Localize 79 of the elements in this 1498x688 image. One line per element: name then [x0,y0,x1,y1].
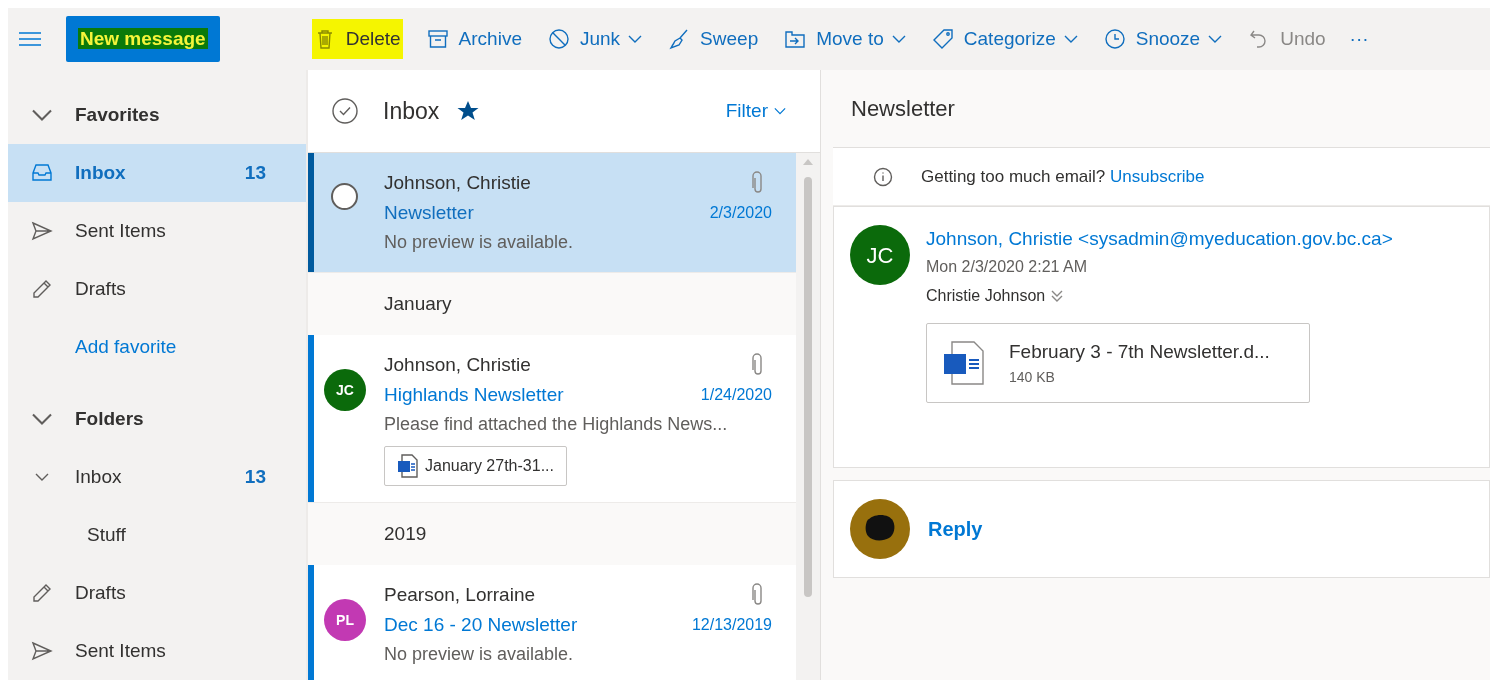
sender-name: Pearson, Lorraine [384,582,536,607]
date: 12/13/2019 [691,615,772,635]
user-avatar-icon [850,499,910,559]
prohibited-icon [547,28,570,50]
chevron-down-icon [1063,35,1078,43]
subject: Newsletter [384,200,474,225]
paper-plane-icon [30,220,53,242]
group-header: 2019 [384,521,427,546]
folder-item[interactable]: Stuff [8,506,306,564]
chevron-down-icon [1208,35,1223,43]
info-icon [873,166,893,187]
file-name: February 3 - 7th Newsletter.d... [1009,340,1270,365]
subject: Dec 16 - 20 Newsletter [384,612,578,637]
scroll-up-arrow-icon [803,159,813,165]
folder-item[interactable]: Drafts [8,260,306,318]
folder-item[interactable]: Inbox 13 [8,144,306,202]
chevron-down-icon [31,109,52,121]
menu-icon [18,31,42,47]
inbox-tray-icon [30,162,53,184]
avatar: PL [324,599,366,641]
folder-title: Inbox [383,96,440,126]
toolbar-button[interactable]: Sweep [666,19,761,59]
double-chevron-icon [1051,290,1064,302]
subject-heading: Newsletter [851,95,955,123]
unsubscribe-notice: Getting too much email? Unsubscribe [921,165,1205,188]
toolbar-button[interactable]: Archive [424,19,524,59]
folder-item[interactable]: Inbox 13 [8,448,306,506]
group-header: January [384,291,452,316]
pencil-icon [30,582,53,604]
toolbar-button[interactable]: Categorize [929,19,1080,59]
folder-item[interactable]: Sent Items [8,202,306,260]
paper-plane-icon [30,640,53,662]
filter-button[interactable]: Filter [725,96,786,126]
preview-text: No preview is available. [384,643,575,666]
toolbar-button[interactable]: Snooze [1101,19,1225,59]
tag-icon [931,28,954,50]
subject: Highlands Newsletter [384,382,564,407]
select-radio[interactable] [331,183,358,210]
word-document-icon [397,454,419,478]
sender-avatar: JC [850,225,910,285]
folder-item[interactable]: Drafts [8,564,306,622]
reply-link[interactable]: Reply [928,514,983,544]
unsubscribe-link[interactable]: Unsubscribe [1110,166,1205,186]
attachment-card[interactable]: February 3 - 7th Newsletter.d... 140 KB [926,323,1310,403]
preview-text: Please find attached the Highlands News... [384,413,729,436]
date: 2/3/2020 [709,203,772,223]
sender-name: Johnson, Christie [384,352,531,377]
sender-name: Johnson, Christie [384,170,531,195]
recipient-name[interactable]: Christie Johnson [926,284,1046,308]
section-header[interactable]: Folders [8,390,306,448]
check-circle-icon [332,98,358,124]
move-folder-icon [784,28,807,50]
file-size: 140 KB [1009,367,1056,387]
chevron-down-icon [891,35,906,43]
message-item[interactable]: Johnson, Christie Newsletter 2/3/2020 No preview is available. [308,153,796,273]
chevron-down-icon [628,35,643,43]
pencil-icon [30,278,53,300]
chevron-down-icon [31,413,52,425]
toolbar-button[interactable]: Move to [782,19,908,59]
avatar: JC [324,369,366,411]
new-message-button[interactable]: New message [66,16,220,62]
sender-address[interactable]: Johnson, Christie <sysadmin@myeducation.gov.bc.ca> [926,225,1393,253]
word-document-icon [943,340,985,386]
chevron-down-icon [774,107,786,115]
toolbar-button[interactable]: Delete [311,19,403,59]
folder-item[interactable]: Add favorite [8,318,306,376]
toolbar-button[interactable]: Junk [545,19,645,59]
chevron-down-icon [34,473,49,481]
section-header[interactable]: Favorites [8,86,306,144]
clock-icon [1103,28,1126,50]
scrollbar-thumb[interactable] [804,177,812,597]
date: 1/24/2020 [700,385,772,405]
attachment-chip[interactable]: January 27th-31... [384,446,567,486]
message-date: Mon 2/3/2020 2:21 AM [926,257,1088,277]
preview-text: No preview is available. [384,231,575,254]
message-item[interactable]: JC Johnson, Christie Highlands Newsletter 1/24/2020 Please find attached the Highlands News... January 27th-31... [308,335,796,503]
archive-box-icon [426,28,449,50]
more-button[interactable]: ··· [1349,24,1369,54]
folder-item[interactable]: Sent Items [8,622,306,680]
